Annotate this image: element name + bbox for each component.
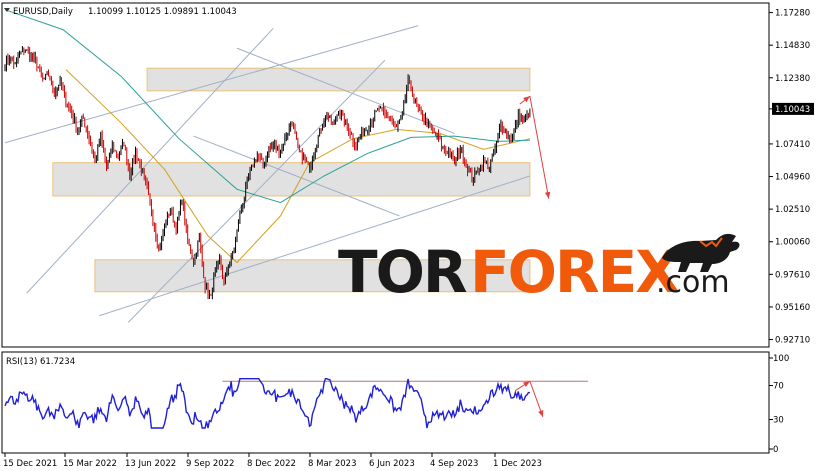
symbol-label: EURUSD,Daily: [13, 7, 73, 17]
price-zone: [146, 67, 531, 92]
time-tick-label: 1 Dec 2023: [493, 459, 542, 469]
rsi-tick-label: 0: [773, 445, 778, 455]
price-tick-label: 1.14830: [775, 41, 810, 51]
price-tick-label: 1.00060: [775, 238, 810, 248]
price-tick-label: 1.12380: [775, 74, 810, 84]
price-tick-label: 1.07410: [775, 140, 810, 150]
logo-text-suffix: .com: [656, 265, 730, 300]
logo-text-tor: TOR: [338, 238, 467, 306]
price-tick-label: 1.04960: [775, 173, 810, 183]
time-tick-label: 15 Mar 2022: [63, 459, 117, 469]
time-tick-label: 9 Sep 2022: [186, 459, 234, 469]
price-zone: [52, 162, 531, 197]
price-tick-label: 1.02510: [775, 205, 810, 215]
rsi-tick-label: 100: [773, 354, 789, 364]
time-tick-label: 8 Dec 2022: [247, 459, 296, 469]
price-tick-label: 1.10043: [775, 105, 810, 115]
logo-text-forex: FOREX: [470, 238, 679, 306]
ohlc-values: 1.10099 1.10125 1.09891 1.10043: [88, 7, 237, 17]
time-tick-label: 13 Jun 2022: [125, 459, 176, 469]
rsi-tick-label: 70: [773, 382, 784, 392]
time-tick-label: 15 Dec 2021: [3, 459, 57, 469]
rsi-tick-label: 30: [773, 416, 784, 426]
time-tick-label: 6 Jun 2023: [369, 459, 415, 469]
price-tick-label: 0.97610: [775, 270, 810, 280]
price-tick-label: 1.17280: [775, 9, 810, 19]
time-tick-label: 4 Sep 2023: [430, 459, 478, 469]
eurusd-chart: TOR FOREX .com 1.17280 1.14830 1.12380 1.10…: [0, 0, 816, 471]
price-tick-label: 0.95160: [775, 303, 810, 313]
torforex-logo: TOR FOREX .com: [338, 233, 740, 306]
chart-header: EURUSD,Daily 1.10099 1.10125 1.09891 1.1…: [4, 7, 237, 17]
time-tick-label: 8 Mar 2023: [308, 459, 356, 469]
price-tick-label: 0.92710: [775, 336, 810, 346]
rsi-label: RSI(13) 61.7234: [6, 357, 75, 367]
